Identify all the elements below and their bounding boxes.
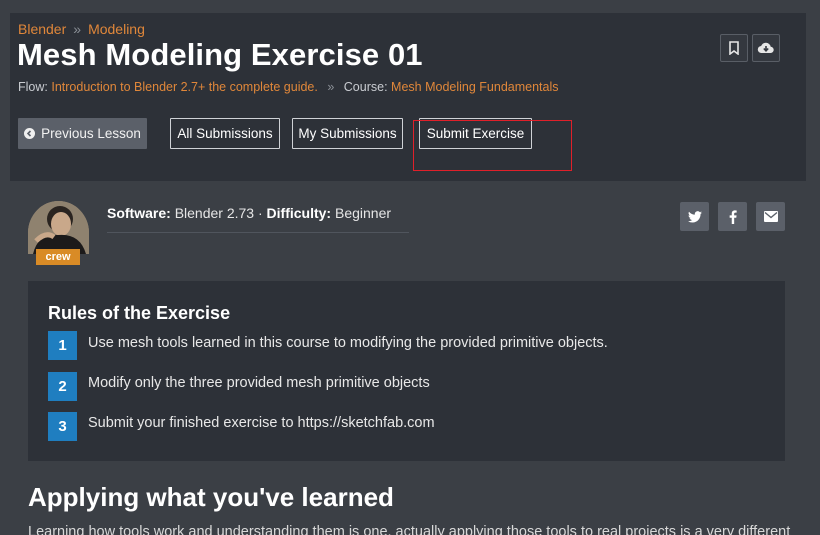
rule-text: Use mesh tools learned in this course to… <box>88 335 608 351</box>
rule-number: 3 <box>48 412 77 441</box>
rule-number: 2 <box>48 372 77 401</box>
facebook-share-button[interactable] <box>718 202 747 231</box>
flow-label: Flow: <box>18 80 48 94</box>
software-label: Software: <box>107 205 171 221</box>
breadcrumb-separator: » <box>73 21 82 37</box>
mail-icon <box>763 211 778 222</box>
breadcrumb-blender[interactable]: Blender <box>18 21 66 37</box>
rules-title: Rules of the Exercise <box>48 303 231 323</box>
software-value: Blender 2.73 <box>174 205 255 221</box>
highlight-box <box>413 120 572 171</box>
facebook-icon <box>729 209 737 224</box>
breadcrumb-modeling[interactable]: Modeling <box>88 21 145 37</box>
cloud-download-icon <box>757 42 774 54</box>
page-title: Mesh Modeling Exercise 01 <box>17 37 423 72</box>
rule-number: 1 <box>48 331 77 360</box>
flow-course-line: Flow: Introduction to Blender 2.7+ the c… <box>18 80 559 94</box>
bookmark-icon <box>729 41 739 55</box>
exercise-meta: Software: Blender 2.73 · Difficulty: Beg… <box>107 205 391 221</box>
difficulty-value: Beginner <box>335 205 392 221</box>
previous-lesson-label: Previous Lesson <box>41 126 141 141</box>
avatar[interactable] <box>28 201 89 254</box>
email-share-button[interactable] <box>756 202 785 231</box>
meta-divider <box>107 232 409 233</box>
rules-panel: Rules of the Exercise 1 Use mesh tools l… <box>28 281 785 461</box>
download-button[interactable] <box>752 34 780 62</box>
section-intro: Learning how tools work and understandin… <box>28 524 791 535</box>
course-link[interactable]: Mesh Modeling Fundamentals <box>391 80 558 94</box>
flow-separator: » <box>327 80 335 94</box>
rule-text: Modify only the three provided mesh prim… <box>88 375 430 391</box>
course-label: Course: <box>343 80 388 94</box>
difficulty-label: Difficulty: <box>266 205 332 221</box>
twitter-icon <box>687 210 702 222</box>
meta-dot: · <box>257 205 263 221</box>
previous-lesson-button[interactable]: Previous Lesson <box>18 118 147 149</box>
crew-badge: crew <box>36 249 80 265</box>
arrow-left-circle-icon <box>24 128 36 139</box>
breadcrumb: Blender » Modeling <box>18 21 145 37</box>
all-submissions-button[interactable]: All Submissions <box>170 118 280 149</box>
bookmark-button[interactable] <box>720 34 748 62</box>
flow-link[interactable]: Introduction to Blender 2.7+ the complet… <box>51 80 318 94</box>
twitter-share-button[interactable] <box>680 202 709 231</box>
rule-text: Submit your finished exercise to https:/… <box>88 415 435 431</box>
my-submissions-button[interactable]: My Submissions <box>292 118 403 149</box>
section-title: Applying what you've learned <box>28 482 394 512</box>
